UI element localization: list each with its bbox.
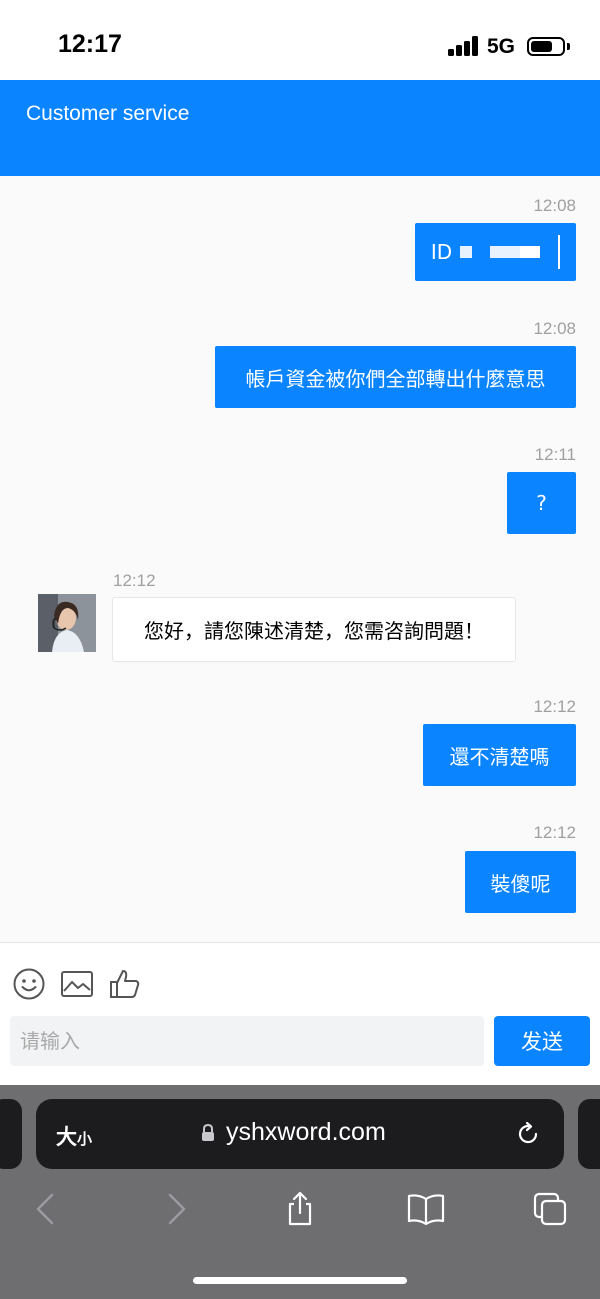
battery-icon <box>527 37 565 56</box>
page-title: Customer service <box>26 102 190 125</box>
outgoing-message[interactable]: 還不清楚嗎 <box>423 724 576 786</box>
message-time: 12:08 <box>533 319 576 338</box>
forward-icon[interactable] <box>158 1191 194 1227</box>
send-button[interactable]: 发送 <box>494 1016 590 1066</box>
redacted-text <box>520 246 541 258</box>
outgoing-message[interactable]: ID <box>415 223 576 281</box>
message-composer: 发送 <box>0 943 600 1085</box>
chat-area[interactable]: 12:08 ID 12:08 帳戶資金被你們全部轉出什麼意思 12:11 ? 1… <box>0 176 600 942</box>
message-time: 12:12 <box>113 571 156 590</box>
outgoing-message[interactable]: ? <box>507 472 576 534</box>
share-icon[interactable] <box>282 1191 318 1227</box>
message-input[interactable] <box>10 1016 484 1066</box>
address-bar[interactable]: 大小 yshxword.com <box>36 1099 564 1169</box>
redacted-text <box>460 246 473 258</box>
home-indicator[interactable] <box>193 1277 407 1284</box>
message-time: 12:12 <box>533 697 576 716</box>
reload-icon[interactable] <box>515 1121 541 1147</box>
bookmarks-icon[interactable] <box>406 1191 445 1227</box>
outgoing-message[interactable]: 裝傻呢 <box>465 851 576 913</box>
redacted-text <box>490 246 521 258</box>
message-time: 12:11 <box>534 445 576 464</box>
text-size-label-small: 小 <box>77 1130 93 1148</box>
cellular-signal-icon <box>448 36 480 56</box>
status-time: 12:17 <box>58 30 122 58</box>
message-time: 12:12 <box>533 823 576 842</box>
back-icon[interactable] <box>28 1191 64 1227</box>
next-tab-preview[interactable] <box>578 1099 600 1169</box>
emoji-icon[interactable] <box>12 967 46 1001</box>
thumbs-up-icon[interactable] <box>108 967 142 1001</box>
message-text: ID <box>430 240 453 264</box>
tabs-icon[interactable] <box>532 1191 568 1227</box>
redacted-text <box>558 235 561 269</box>
lock-icon <box>201 1123 215 1142</box>
message-time: 12:08 <box>533 196 576 215</box>
incoming-message[interactable]: 您好，請您陳述清楚，您需咨詢問題！ <box>112 597 516 662</box>
battery-cap <box>567 43 570 50</box>
status-bar: 12:17 5G <box>0 0 600 80</box>
url-text[interactable]: yshxword.com <box>226 1118 386 1147</box>
previous-tab-preview[interactable] <box>0 1099 22 1169</box>
image-icon[interactable] <box>60 967 94 1001</box>
app-header: Customer service <box>0 80 600 176</box>
browser-toolbar: 大小 yshxword.com <box>0 1085 600 1299</box>
network-type: 5G <box>487 35 516 58</box>
text-size-button[interactable]: 大小 <box>56 1121 92 1151</box>
agent-avatar <box>38 594 96 652</box>
text-size-label: 大 <box>56 1125 77 1149</box>
outgoing-message[interactable]: 帳戶資金被你們全部轉出什麼意思 <box>215 346 576 408</box>
